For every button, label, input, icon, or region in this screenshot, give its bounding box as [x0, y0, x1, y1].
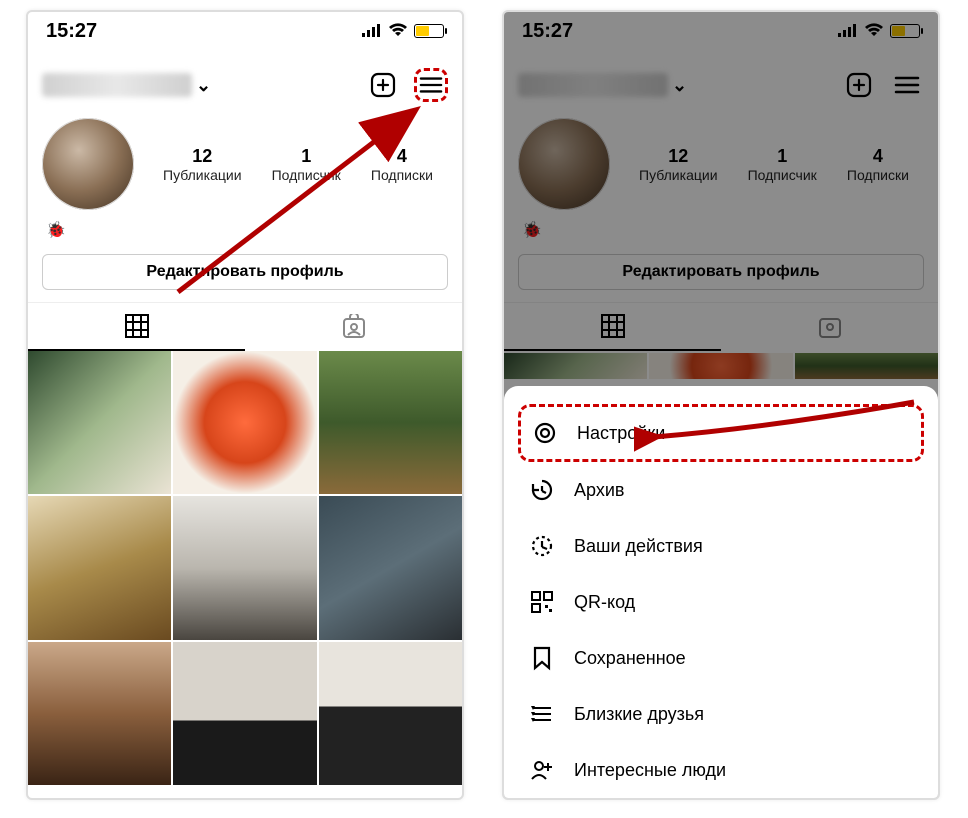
- menu-item-settings[interactable]: Настройки: [527, 411, 915, 455]
- post-thumbnail[interactable]: [319, 642, 462, 785]
- menu-label: Ваши действия: [574, 536, 703, 557]
- phone-screenshot-profile: 15:27 ⌄ 12: [26, 10, 464, 800]
- bookmark-icon: [528, 644, 556, 672]
- menu-item-activity[interactable]: Ваши действия: [504, 518, 938, 574]
- discover-people-icon: [528, 756, 556, 784]
- wifi-icon: [388, 20, 408, 43]
- qr-icon: [528, 588, 556, 616]
- posts-grid: [28, 351, 462, 785]
- post-thumbnail[interactable]: [173, 351, 316, 494]
- post-thumbnail[interactable]: [319, 351, 462, 494]
- menu-item-discover-people[interactable]: Интересные люди: [504, 742, 938, 798]
- stat-followers[interactable]: 1 Подписчик: [272, 146, 341, 183]
- username-blurred: [42, 73, 192, 97]
- menu-item-qr[interactable]: QR-код: [504, 574, 938, 630]
- battery-icon: [414, 24, 444, 38]
- chevron-down-icon: ⌄: [196, 75, 211, 96]
- post-thumbnail[interactable]: [173, 496, 316, 639]
- hamburger-menu-button[interactable]: [414, 68, 448, 102]
- post-thumbnail[interactable]: [319, 496, 462, 639]
- activity-icon: [528, 532, 556, 560]
- profile-tabs: [28, 302, 462, 351]
- post-thumbnail[interactable]: [28, 642, 171, 785]
- menu-item-settings-highlighted: Настройки: [518, 404, 924, 462]
- close-friends-icon: [528, 700, 556, 728]
- menu-label: Сохраненное: [574, 648, 686, 669]
- profile-header: ⌄: [28, 50, 462, 108]
- menu-label: Архив: [574, 480, 624, 501]
- add-post-button[interactable]: [366, 68, 400, 102]
- status-time: 15:27: [46, 20, 97, 43]
- menu-label: Близкие друзья: [574, 704, 704, 725]
- menu-item-archive[interactable]: Архив: [504, 462, 938, 518]
- post-thumbnail[interactable]: [173, 642, 316, 785]
- status-bar: 15:27: [28, 12, 462, 50]
- grid-icon: [124, 313, 150, 339]
- avatar[interactable]: [42, 118, 134, 210]
- profile-stats-row: 12 Публикации 1 Подписчик 4 Подписки: [28, 108, 462, 214]
- menu-item-saved[interactable]: Сохраненное: [504, 630, 938, 686]
- menu-bottom-sheet: Настройки Архив Ваши действия QR-код: [504, 386, 938, 798]
- stat-following[interactable]: 4 Подписки: [371, 146, 433, 183]
- menu-label: Интересные люди: [574, 760, 726, 781]
- status-indicators: [362, 20, 444, 43]
- post-thumbnail[interactable]: [28, 496, 171, 639]
- phone-screenshot-menu: 15:27 ⌄ 12Публикации 1Подписчик 4Подписк…: [502, 10, 940, 800]
- archive-icon: [528, 476, 556, 504]
- tagged-icon: [341, 314, 367, 340]
- menu-label: Настройки: [577, 423, 665, 444]
- tab-grid[interactable]: [28, 303, 245, 351]
- signal-icon: [362, 20, 382, 43]
- username-dropdown[interactable]: ⌄: [42, 73, 211, 97]
- gear-icon: [531, 419, 559, 447]
- edit-profile-button[interactable]: Редактировать профиль: [42, 254, 448, 290]
- post-thumbnail[interactable]: [28, 351, 171, 494]
- tab-tagged[interactable]: [245, 303, 462, 351]
- stat-posts[interactable]: 12 Публикации: [163, 146, 241, 183]
- menu-item-close-friends[interactable]: Близкие друзья: [504, 686, 938, 742]
- bio-emoji: 🐞: [28, 214, 462, 250]
- menu-label: QR-код: [574, 592, 635, 613]
